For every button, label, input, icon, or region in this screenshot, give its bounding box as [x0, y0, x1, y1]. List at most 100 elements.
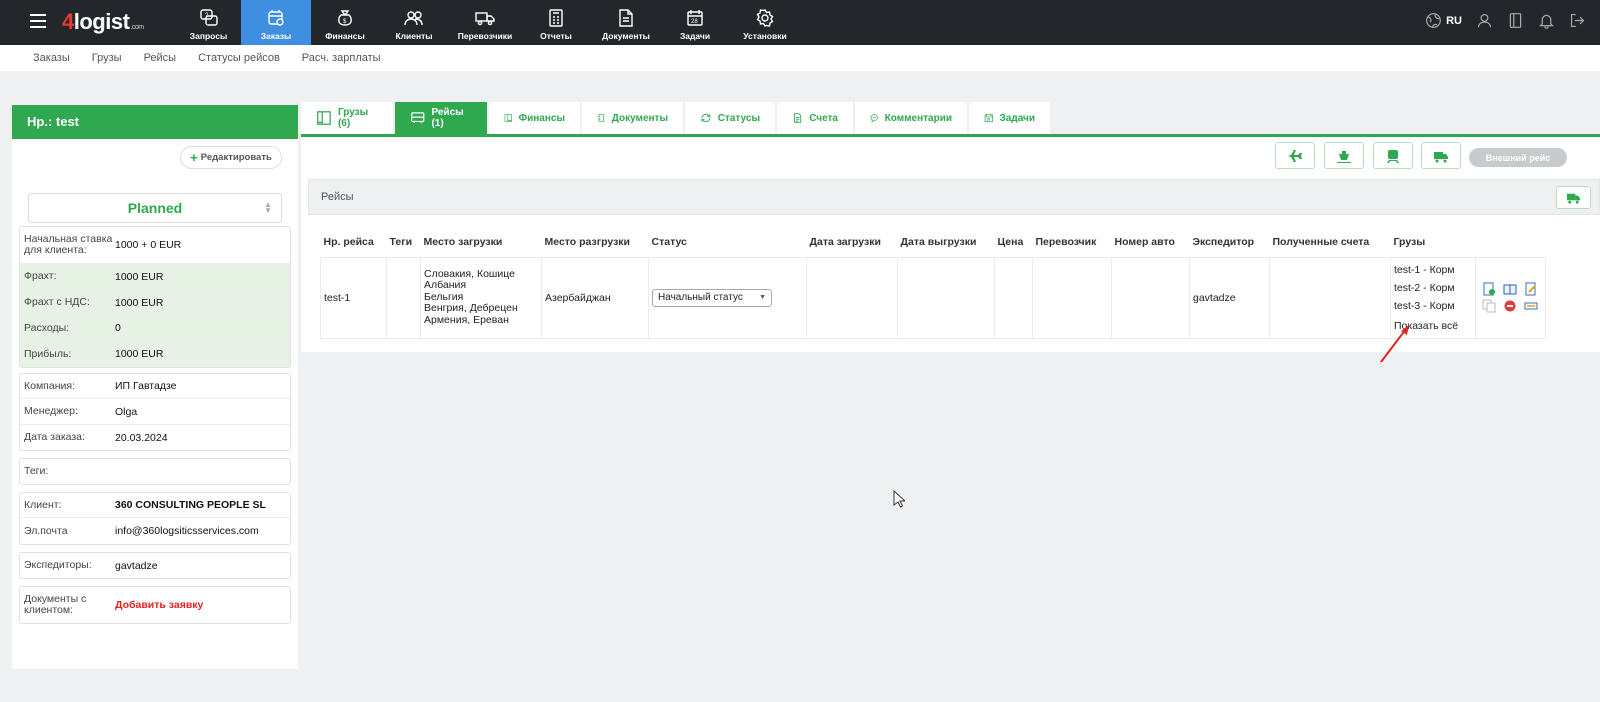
order-tabs: Грузы (6) Рейсы (1) Финансы Документы Ст…	[301, 102, 1050, 134]
tab-finance[interactable]: Финансы	[489, 102, 580, 134]
order-status-select[interactable]: Planned ▲ ▼	[28, 193, 282, 223]
svg-text:$: $	[343, 19, 347, 25]
nav-tasks[interactable]: 28 Задачи	[661, 0, 729, 45]
edit-button[interactable]: + Редактировать	[180, 146, 282, 169]
add-air-trip-button[interactable]	[1275, 142, 1315, 169]
top-navigation-bar: 4logist.com ? Запросы Заказы $ Финансы К…	[0, 0, 1600, 45]
cargo-item[interactable]: test-1 - Корм	[1394, 261, 1472, 279]
trip-loading-places: Словакия, Кошице Албания Бельгия Венгрия…	[420, 256, 542, 339]
add-train-trip-button[interactable]	[1373, 142, 1413, 169]
nav-requests[interactable]: ? Запросы	[176, 0, 241, 45]
nav-documents[interactable]: Документы	[591, 0, 661, 45]
tab-comments[interactable]: Комментарии	[855, 102, 967, 134]
nav-settings[interactable]: Установки	[729, 0, 801, 45]
add-truck-trip-button[interactable]	[1421, 142, 1461, 169]
logout-icon[interactable]	[1569, 12, 1586, 29]
col-vehicle-number[interactable]: Номер авто	[1111, 231, 1190, 258]
document-icon	[598, 114, 605, 122]
add-trip-button[interactable]	[1556, 186, 1591, 209]
col-forwarder[interactable]: Экспедитор	[1189, 231, 1270, 258]
forwarders-card: Экспедиторы: gavtadze	[19, 552, 291, 579]
nav-finance[interactable]: $ Финансы	[311, 0, 379, 45]
tools-icon[interactable]	[1524, 299, 1538, 313]
cargo-item[interactable]: test-2 - Корм	[1394, 279, 1472, 297]
language-switcher[interactable]: RU	[1425, 12, 1462, 29]
col-status[interactable]: Статус	[648, 231, 807, 258]
copy-icon[interactable]	[1482, 299, 1496, 313]
top-right-actions: RU	[1425, 12, 1586, 29]
finance-row: Прибыль: 1000 EUR	[20, 341, 290, 367]
delete-icon[interactable]	[1503, 299, 1517, 313]
tasks-icon: 28	[687, 10, 703, 26]
col-carrier[interactable]: Перевозчик	[1032, 231, 1112, 258]
bus-icon	[411, 112, 425, 124]
col-tags[interactable]: Теги	[386, 231, 421, 258]
bell-icon[interactable]	[1538, 12, 1555, 29]
tab-tasks[interactable]: 28 Задачи	[969, 102, 1050, 134]
info-row: Компания: ИП Гавтадзе	[20, 374, 290, 399]
trip-status-select[interactable]: Начальный статус ▼	[652, 288, 772, 307]
trip-vehicle	[1111, 256, 1190, 339]
cargo-item[interactable]: test-3 - Корм	[1394, 297, 1472, 315]
col-trip-number[interactable]: Нр. рейса	[320, 231, 387, 258]
trip-status-cell: Начальный статус ▼	[648, 256, 807, 339]
subnav-orders[interactable]: Заказы	[33, 52, 70, 64]
tab-cargo[interactable]: Грузы (6)	[301, 102, 393, 134]
nav-reports[interactable]: Отчеты	[521, 0, 591, 45]
add-request-link[interactable]: Добавить заявку	[115, 599, 290, 611]
finance-row: Фрахт с НДС: 1000 EUR	[20, 290, 290, 316]
col-cargo[interactable]: Грузы	[1390, 231, 1476, 258]
trips-section-title: Рейсы	[321, 191, 354, 203]
client-docs-card: Документы с клиентом: Добавить заявку	[19, 586, 291, 624]
edit-document-icon[interactable]	[1524, 282, 1538, 296]
col-price[interactable]: Цена	[994, 231, 1033, 258]
trip-number[interactable]: test-1	[320, 256, 387, 339]
comment-icon	[870, 114, 879, 123]
book-icon[interactable]	[1507, 12, 1524, 29]
user-icon[interactable]	[1476, 12, 1493, 29]
logo[interactable]: 4logist.com	[62, 9, 144, 35]
menu-icon[interactable]	[30, 14, 46, 28]
col-received-invoices[interactable]: Полученные счета	[1269, 231, 1391, 258]
truck-plus-icon	[1566, 193, 1581, 204]
tab-trips[interactable]: Рейсы (1)	[395, 102, 487, 134]
col-loading-place[interactable]: Место загрузки	[420, 231, 542, 258]
tags-card: Теги:	[19, 458, 291, 485]
main-nav: ? Запросы Заказы $ Финансы Клиенты Перев…	[176, 0, 801, 45]
client-row: Клиент: 360 CONSULTING PEOPLE SL	[20, 493, 290, 518]
mouse-cursor-icon	[893, 490, 905, 508]
cargo-icon	[317, 111, 331, 125]
nav-orders[interactable]: Заказы	[241, 0, 311, 45]
trip-invoices	[1269, 256, 1391, 339]
trip-unload-date	[897, 256, 995, 339]
open-book-icon[interactable]	[1503, 282, 1517, 296]
email-row: Эл.почта info@360logsiticsservices.com	[24, 524, 259, 537]
subnav-cargo[interactable]: Грузы	[92, 52, 122, 64]
airplane-icon	[1288, 149, 1302, 162]
subnav-trip-statuses[interactable]: Статусы рейсов	[198, 52, 280, 64]
subnav-salary[interactable]: Расч. зарплаты	[302, 52, 381, 64]
col-unload-date[interactable]: Дата выгрузки	[897, 231, 995, 258]
tab-statuses[interactable]: Статусы	[685, 102, 775, 134]
trips-tab-content: Внешний рейс Рейсы Нр. рейса Теги Место …	[301, 137, 1600, 352]
annotation-arrow-icon	[1380, 325, 1409, 363]
trip-actions-cell	[1475, 256, 1546, 339]
col-unloading-place[interactable]: Место разгрузки	[541, 231, 649, 258]
nav-carriers[interactable]: Перевозчики	[449, 0, 521, 45]
document-add-icon[interactable]	[1482, 282, 1496, 296]
nav-clients[interactable]: Клиенты	[379, 0, 449, 45]
external-trip-button[interactable]: Внешний рейс	[1469, 148, 1567, 167]
trip-load-date	[806, 256, 898, 339]
trips-table: Нр. рейса Теги Место загрузки Место разг…	[320, 231, 1546, 339]
add-sea-trip-button[interactable]	[1324, 142, 1364, 169]
trip-forwarder: gavtadze	[1189, 256, 1270, 339]
sort-arrows-icon: ▲ ▼	[264, 200, 272, 215]
tab-invoices[interactable]: Счета	[777, 102, 853, 134]
tags-label: Теги:	[24, 465, 49, 477]
tab-documents[interactable]: Документы	[582, 102, 683, 134]
client-card: Клиент: 360 CONSULTING PEOPLE SL Эл.почта…	[19, 492, 291, 545]
trip-carrier	[1032, 256, 1112, 339]
invoice-icon	[794, 113, 802, 123]
col-load-date[interactable]: Дата загрузки	[806, 231, 898, 258]
subnav-trips[interactable]: Рейсы	[144, 52, 177, 64]
